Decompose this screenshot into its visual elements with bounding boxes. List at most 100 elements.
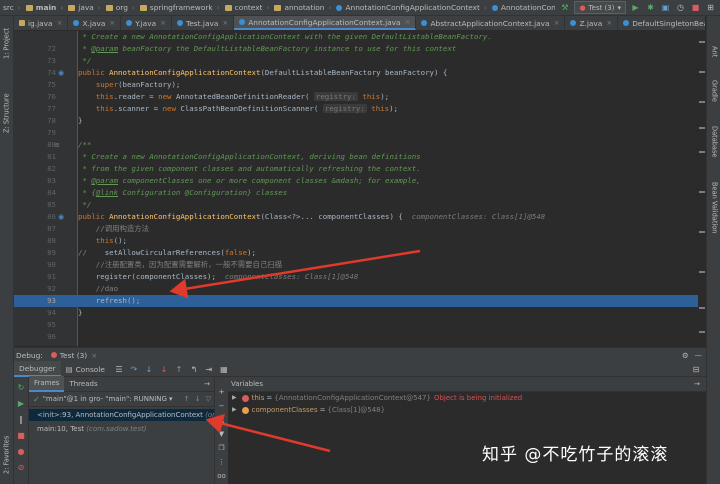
add-icon[interactable]: + [217, 387, 226, 396]
resume-icon[interactable]: ▶ [16, 398, 26, 408]
breadcrumb-label: AnnotationConfigApplicationContext [500, 3, 556, 12]
filter-icon[interactable]: ▽ [206, 395, 211, 403]
frame-up-icon[interactable]: ↑ [184, 395, 190, 403]
editor-tab[interactable]: AnnotationConfigApplicationContext.java × [234, 16, 417, 30]
evaluate-expression-icon[interactable]: ▦ [218, 363, 230, 375]
pause-icon[interactable]: ∥ [16, 414, 26, 424]
breadcrumb-label: context [234, 3, 263, 12]
breadcrumb-item[interactable]: annotation › [271, 3, 333, 12]
editor-tab[interactable]: AbstractApplicationContext.java × [416, 16, 566, 30]
frame-down-icon[interactable]: ↓ [195, 395, 201, 403]
editor-tab[interactable]: Test.java × [172, 16, 235, 30]
breadcrumb-item[interactable]: java › [65, 3, 102, 12]
line-number: 92 [47, 284, 56, 293]
editor-tab[interactable]: Y.java × [121, 16, 172, 30]
code-text: */ [78, 55, 91, 67]
code-token: * Create a new AnnotationConfigApplicati… [78, 152, 421, 161]
bean-validation-tool-tab[interactable]: Bean Validation [708, 182, 720, 252]
frame-method: <init>:93, AnnotationConfigApplicationCo… [37, 411, 203, 419]
separator-icon: › [97, 3, 101, 12]
stop-debug-icon[interactable]: ■ [16, 430, 26, 440]
breadcrumb-item[interactable]: context › [222, 3, 272, 12]
ant-tool-tab[interactable]: Ant [708, 46, 720, 70]
expand-arrow-icon[interactable]: ▶ [232, 404, 237, 416]
close-icon[interactable]: × [606, 19, 612, 27]
code-text: * Create a new AnnotationConfigApplicati… [78, 31, 491, 43]
separator-icon: › [483, 3, 487, 12]
close-icon[interactable]: × [57, 19, 63, 27]
tab-console[interactable]: ▤ Console [61, 362, 110, 376]
tab-debugger[interactable]: Debugger [14, 361, 61, 377]
close-icon[interactable]: × [109, 19, 115, 27]
variable-row[interactable]: ▶ this = {AnnotationConfigApplicationContex… [228, 392, 706, 404]
breadcrumb-item[interactable]: src › [0, 3, 23, 12]
code-token: ); [380, 92, 390, 101]
hammer-icon[interactable]: ⚒ [559, 2, 570, 13]
coverage-icon[interactable]: ▣ [660, 2, 671, 13]
move-up-icon[interactable]: ▲ [217, 415, 226, 424]
more-icon[interactable]: ⋮ [217, 457, 226, 466]
stop-icon[interactable]: ■ [690, 2, 701, 13]
force-step-into-icon[interactable]: ↓ [158, 363, 170, 375]
step-out-icon[interactable]: ↑ [173, 363, 185, 375]
drop-frame-icon[interactable]: ↰ [188, 363, 200, 375]
class-icon [336, 4, 343, 11]
frames-list: <init>:93, AnnotationConfigApplicationCo… [29, 409, 214, 435]
structure-tool-tab[interactable]: Z: Structure [0, 86, 13, 140]
breadcrumb-label: src [3, 3, 14, 12]
code-token: this [95, 236, 114, 245]
view-breakpoints-icon[interactable]: ● [16, 446, 26, 456]
stack-frame[interactable]: <init>:93, AnnotationConfigApplicationCo… [29, 409, 214, 421]
variables-menu-icon[interactable]: → [694, 380, 700, 388]
close-icon[interactable]: × [554, 19, 560, 27]
layout-icon[interactable]: ⊟ [690, 363, 702, 375]
editor-tab[interactable]: Z.java × [565, 16, 619, 30]
debug-icon[interactable]: ✱ [645, 2, 656, 13]
show-execution-point-icon[interactable]: ☰ [113, 363, 125, 375]
run-icon[interactable]: ▶ [630, 2, 641, 13]
rerun-icon[interactable]: ↻ [16, 382, 26, 392]
profile-icon[interactable]: ◷ [675, 2, 686, 13]
favorites-tool-tab[interactable]: 2: Favorites [0, 428, 13, 482]
tab-frames[interactable]: Frames [29, 376, 65, 392]
breadcrumb-item[interactable]: main › [23, 3, 66, 12]
database-tool-tab[interactable]: Database [708, 126, 720, 172]
build-icon[interactable]: ⊞ [705, 2, 716, 13]
breadcrumb-item[interactable]: AnnotationConfigApplicationContext › [333, 3, 488, 12]
panel-menu-icon[interactable]: → [204, 380, 210, 388]
code-editor[interactable]: ◉≡◉≡ * Create a new AnnotationConfigAppl… [14, 31, 706, 346]
step-over-icon[interactable]: ↷ [128, 363, 140, 375]
close-icon[interactable]: × [91, 351, 97, 360]
editor-tab-label: Test.java [185, 18, 219, 28]
copy-icon[interactable]: ❐ [217, 443, 226, 452]
gradle-tool-tab[interactable]: Gradle [708, 80, 720, 116]
stack-frame[interactable]: main:10, Test (com.sadow.test) [29, 423, 214, 435]
thread-selector[interactable]: ✓ "main"@1 in gro- "main": RUNNING ▾ ↑ ↓… [29, 392, 214, 407]
remove-icon[interactable]: − [217, 401, 226, 410]
line-number: 89 [47, 248, 56, 257]
breadcrumb-item[interactable]: AnnotationConfigApplicationContext [489, 3, 556, 12]
tab-threads[interactable]: Threads [64, 377, 102, 391]
editor-scrollbar[interactable] [698, 31, 706, 346]
editor-tab[interactable]: ig.java × [14, 16, 69, 30]
variable-row[interactable]: ▶ componentClasses = {Class[1]@548} [228, 404, 706, 416]
breadcrumb-item[interactable]: org › [103, 3, 137, 12]
settings-gear-icon[interactable]: ⚙ [682, 351, 689, 360]
close-icon[interactable]: × [405, 18, 411, 26]
editor-tab[interactable]: X.java × [68, 16, 122, 30]
glasses-icon[interactable]: oo [217, 471, 226, 480]
debug-session-tab[interactable]: Test (3) × [50, 351, 97, 360]
close-icon[interactable]: × [160, 19, 166, 27]
move-down-icon[interactable]: ▼ [217, 429, 226, 438]
breadcrumb-item[interactable]: springframework › [137, 3, 222, 12]
chevron-down-icon: ▾ [168, 395, 173, 403]
hide-icon[interactable]: — [695, 351, 702, 360]
mute-breakpoints-icon[interactable]: ⊘ [16, 462, 26, 472]
run-to-cursor-icon[interactable]: ⇥ [203, 363, 215, 375]
editor-tab[interactable]: DefaultSingletonBeanRegistry.java× [618, 16, 705, 30]
run-configuration-select[interactable]: ● Test (3) ▾ [574, 1, 626, 14]
step-into-icon[interactable]: ↓ [143, 363, 155, 375]
project-tool-tab[interactable]: 1: Project [0, 20, 13, 66]
close-icon[interactable]: × [222, 19, 228, 27]
expand-arrow-icon[interactable]: ▶ [232, 392, 237, 404]
